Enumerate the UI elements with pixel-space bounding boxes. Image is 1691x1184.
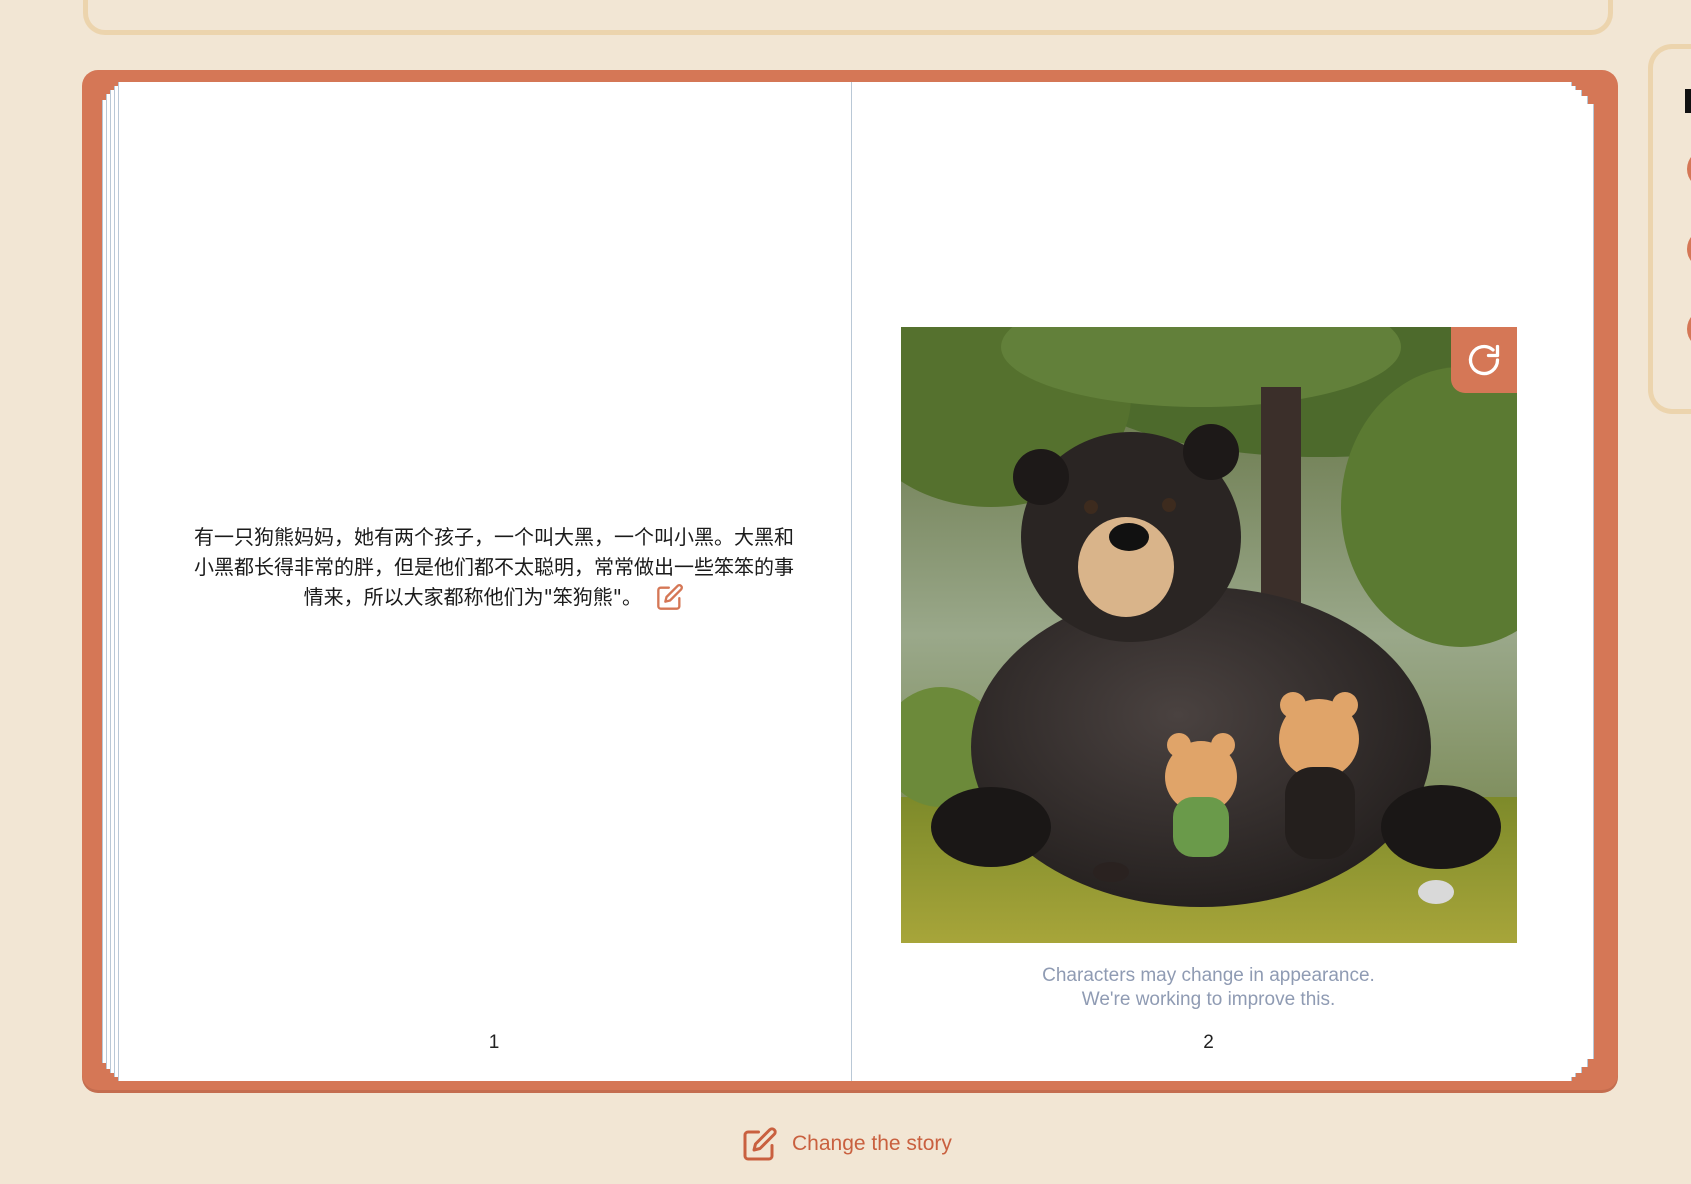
settings-panel-bottom-edge [83,0,1613,35]
story-text: 有一只狗熊妈妈，她有两个孩子，一个叫大黑，一个叫小黑。大黑和小黑都长得非常的胖，… [194,525,794,609]
side-option-button[interactable] [1687,309,1691,349]
caption-line-1: Characters may change in appearance. [1042,965,1375,986]
story-illustration [901,327,1517,943]
regenerate-image-button[interactable] [1451,327,1517,393]
storybook: 有一只狗熊妈妈，她有两个孩子，一个叫大黑，一个叫小黑。大黑和小黑都长得非常的胖，… [82,70,1618,1093]
right-page: Characters may change in appearance. We'… [852,82,1565,1081]
side-option-button[interactable] [1687,149,1691,189]
edit-text-icon[interactable] [656,583,684,611]
page-edges-left [102,82,142,1081]
edit-icon [743,1127,777,1161]
illustration-caption: Characters may change in appearance. We'… [852,964,1565,1012]
side-panel-heading [1685,89,1691,113]
caption-line-2: We're working to improve this. [1081,989,1336,1010]
left-page: 有一只狗熊妈妈，她有两个孩子，一个叫大黑，一个叫小黑。大黑和小黑都长得非常的胖，… [137,82,852,1081]
change-story-label: Change the story [792,1132,952,1155]
change-story-button[interactable]: Change the story [742,1124,952,1164]
refresh-icon [1468,344,1500,376]
side-panel [1648,44,1691,414]
page-number: 2 [1203,1032,1214,1053]
page-number: 1 [488,1032,500,1053]
side-option-button[interactable] [1687,229,1691,269]
story-text-block: 有一只狗熊妈妈，她有两个孩子，一个叫大黑，一个叫小黑。大黑和小黑都长得非常的胖，… [189,522,799,612]
bear-illustration [901,327,1517,943]
